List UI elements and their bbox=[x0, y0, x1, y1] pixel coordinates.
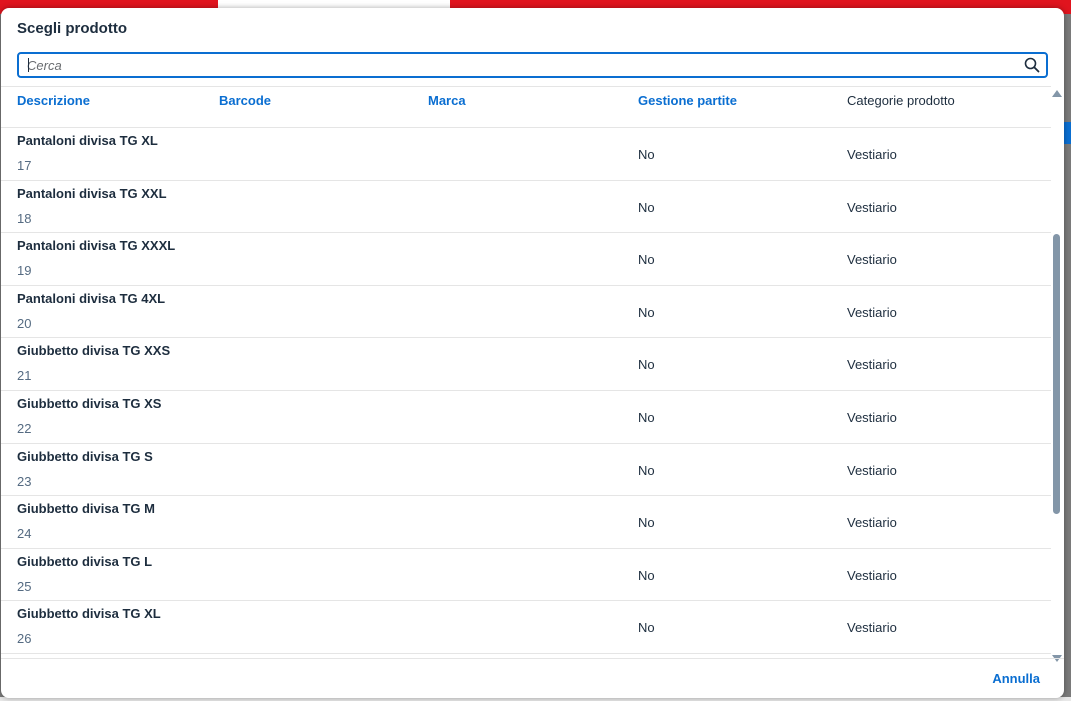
table-row[interactable]: Pantaloni divisa TG XXL 18 No Vestiario bbox=[1, 181, 1051, 234]
product-name: Pantaloni divisa TG XXXL bbox=[17, 238, 176, 254]
search-icon[interactable] bbox=[1024, 57, 1040, 73]
lot-management-value: No bbox=[638, 199, 655, 215]
product-code: 22 bbox=[17, 420, 32, 436]
cancel-button[interactable]: Annulla bbox=[992, 671, 1040, 686]
column-header-categorie-prodotto: Categorie prodotto bbox=[847, 93, 955, 108]
product-name: Pantaloni divisa TG XL bbox=[17, 133, 158, 148]
product-category: Vestiario bbox=[847, 620, 897, 636]
lot-management-value: No bbox=[638, 567, 655, 583]
lot-management-value: No bbox=[638, 147, 655, 162]
table-row[interactable]: Giubbetto divisa TG M 24 No Vestiario bbox=[1, 496, 1051, 549]
product-code: 24 bbox=[17, 526, 32, 542]
product-name: Giubbetto divisa TG S bbox=[17, 448, 153, 464]
product-name: Giubbetto divisa TG M bbox=[17, 501, 155, 517]
lot-management-value: No bbox=[638, 357, 655, 373]
table-row[interactable]: Giubbetto divisa TG L 25 No Vestiario bbox=[1, 549, 1051, 602]
product-category: Vestiario bbox=[847, 147, 897, 162]
product-name: Pantaloni divisa TG 4XL bbox=[17, 290, 166, 306]
background-side-tab bbox=[1063, 122, 1071, 144]
product-code: 20 bbox=[17, 315, 32, 331]
product-category: Vestiario bbox=[847, 304, 897, 320]
product-category: Vestiario bbox=[847, 567, 897, 583]
product-code: 18 bbox=[17, 210, 32, 226]
table-row[interactable]: Giubbetto divisa TG S 23 No Vestiario bbox=[1, 444, 1051, 497]
lot-management-value: No bbox=[638, 515, 655, 531]
column-header-descrizione[interactable]: Descrizione bbox=[17, 93, 90, 108]
product-name: Giubbetto divisa TG XS bbox=[17, 395, 162, 411]
product-code: 25 bbox=[17, 578, 32, 594]
product-name: Pantaloni divisa TG XXL bbox=[17, 185, 167, 201]
lot-management-value: No bbox=[638, 304, 655, 320]
product-code: 21 bbox=[17, 368, 32, 384]
lot-management-value: No bbox=[638, 252, 655, 268]
table-row[interactable]: Pantaloni divisa TG XL 17 No Vestiario bbox=[1, 128, 1051, 181]
product-name: Giubbetto divisa TG L bbox=[17, 553, 153, 569]
product-name: Giubbetto divisa TG XL bbox=[17, 606, 161, 622]
product-code: 26 bbox=[17, 631, 32, 647]
scrollbar-thumb[interactable] bbox=[1053, 234, 1060, 514]
choose-product-dialog: Scegli prodotto Descrizione Barcode Marc… bbox=[1, 8, 1064, 698]
table-body: Pantaloni divisa TG XL 17 No Vestiario P… bbox=[1, 128, 1051, 658]
product-category: Vestiario bbox=[847, 199, 897, 215]
product-category: Vestiario bbox=[847, 357, 897, 373]
product-code: 19 bbox=[17, 263, 32, 279]
dialog-title: Scegli prodotto bbox=[17, 20, 127, 37]
table-row[interactable]: Giubbetto divisa TG XL 26 No Vestiario bbox=[1, 601, 1051, 654]
product-name: Giubbetto divisa TG XXS bbox=[17, 343, 171, 359]
table-row[interactable]: Giubbetto divisa TG XS 22 No Vestiario bbox=[1, 391, 1051, 444]
table-scrollbar[interactable] bbox=[1051, 86, 1064, 662]
product-category: Vestiario bbox=[847, 252, 897, 268]
table-row[interactable]: Pantaloni divisa TG 4XL 20 No Vestiario bbox=[1, 286, 1051, 339]
product-code: 23 bbox=[17, 473, 32, 489]
text-caret bbox=[28, 58, 29, 72]
lot-management-value: No bbox=[638, 462, 655, 478]
search-input[interactable] bbox=[27, 54, 1017, 76]
chevron-up-icon[interactable] bbox=[1052, 90, 1062, 97]
search-field[interactable] bbox=[17, 52, 1048, 78]
column-header-marca[interactable]: Marca bbox=[428, 93, 466, 108]
column-header-barcode[interactable]: Barcode bbox=[219, 93, 271, 108]
dialog-footer: Annulla bbox=[1, 658, 1064, 698]
product-category: Vestiario bbox=[847, 462, 897, 478]
table-row[interactable]: Giubbetto divisa TG XXS 21 No Vestiario bbox=[1, 338, 1051, 391]
lot-management-value: No bbox=[638, 620, 655, 636]
lot-management-value: No bbox=[638, 409, 655, 425]
column-header-gestione-partite[interactable]: Gestione partite bbox=[638, 93, 737, 108]
product-code: 17 bbox=[17, 158, 32, 173]
table-row[interactable]: Pantaloni divisa TG XXXL 19 No Vestiario bbox=[1, 233, 1051, 286]
product-category: Vestiario bbox=[847, 515, 897, 531]
product-category: Vestiario bbox=[847, 409, 897, 425]
